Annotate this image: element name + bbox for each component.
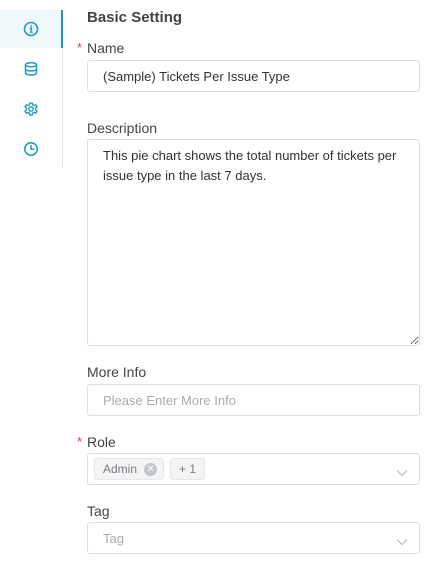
role-label: Role [87,434,116,450]
nav-settings[interactable] [0,90,62,128]
gear-icon [23,101,39,117]
tag-label: Tag [87,503,110,519]
more-info-input[interactable] [87,384,420,416]
chevron-down-icon [396,465,408,480]
role-tag: Admin ✕ [94,458,165,480]
role-select[interactable]: Admin ✕ + 1 [87,453,420,485]
required-mark: * [77,40,83,55]
nav-schedule[interactable] [0,130,62,168]
settings-nav-rail [0,10,63,167]
chart-settings-page: Basic Setting * Name Description This pi… [0,0,431,580]
more-info-label: More Info [87,364,147,380]
chevron-down-icon [396,534,408,549]
info-icon [23,21,39,37]
tag-select[interactable]: Tag [87,522,420,554]
name-label: Name [87,40,125,56]
database-icon [23,61,39,77]
active-indicator [61,10,63,48]
role-more-tag: + 1 [170,458,206,480]
nav-data-source[interactable] [0,50,62,88]
required-mark: * [77,434,83,449]
role-tag-label: Admin [103,462,138,476]
close-icon[interactable]: ✕ [144,462,158,476]
name-input[interactable] [87,60,420,92]
description-textarea[interactable]: This pie chart shows the total number of… [87,139,420,346]
tag-placeholder: Tag [103,530,124,546]
section-title: Basic Setting [87,9,183,26]
clock-icon [23,141,39,157]
description-label: Description [87,120,158,136]
nav-basic-info[interactable] [0,10,63,48]
